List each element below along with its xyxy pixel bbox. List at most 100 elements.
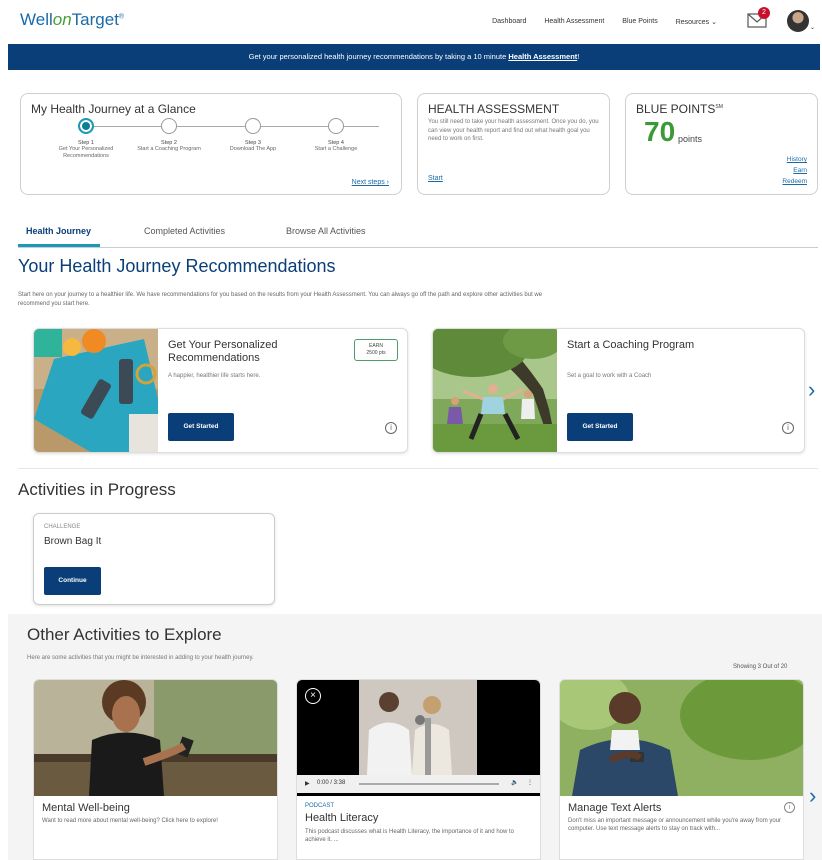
chevron-down-icon: ⌄ [711, 19, 717, 26]
step-3[interactable]: Step 3 Download The App [213, 118, 293, 153]
nav-health-assessment[interactable]: Health Assessment [544, 18, 604, 26]
nav-dashboard[interactable]: Dashboard [492, 18, 526, 26]
activity-kind: CHALLENGE [44, 524, 81, 530]
explore-title: Other Activities to Explore [27, 625, 222, 644]
nav-resources-label: Resources [675, 19, 710, 26]
ha-start-link[interactable]: Start [428, 175, 443, 182]
bp-links: History Earn Redeem [782, 154, 807, 187]
logo-on: on [52, 10, 72, 29]
earn-points: 2500 pts [366, 350, 386, 356]
mail-icon[interactable]: 2 [747, 7, 770, 28]
step-4[interactable]: Step 4 Start a Challenge [296, 118, 376, 153]
tab-completed-activities[interactable]: Completed Activities [144, 226, 225, 236]
chevron-right-icon[interactable]: › [808, 377, 815, 403]
step-dot [328, 118, 344, 134]
journey-glance-card: My Health Journey at a Glance Step 1 Get… [20, 93, 402, 195]
ha-title: HEALTH ASSESSMENT [428, 102, 560, 116]
bp-sm: SM [715, 104, 723, 110]
avatar[interactable] [787, 10, 809, 32]
tab-browse-all[interactable]: Browse All Activities [286, 226, 366, 236]
earn-label: EARN [369, 343, 383, 349]
banner-assessment-link[interactable]: Health Assessment [508, 52, 577, 61]
rec-title: Start a Coaching Program [567, 339, 695, 351]
close-icon[interactable]: × [305, 688, 321, 704]
continue-button[interactable]: Continue [44, 567, 101, 595]
top-nav: WellonTarget® Dashboard Health Assessmen… [0, 0, 822, 44]
podcast-kind: PODCAST [305, 803, 335, 809]
step-1[interactable]: Step 1 Get Your Personalized Recommendat… [46, 118, 126, 160]
get-started-button[interactable]: Get Started [168, 413, 234, 441]
rec-title: Get Your Personalized Recommendations [168, 339, 278, 364]
more-icon[interactable]: ⋮ [527, 779, 533, 786]
bp-unit: points [678, 134, 703, 144]
info-icon[interactable]: i [782, 422, 794, 434]
recommendations-title: Your Health Journey Recommendations [18, 256, 336, 276]
avatar-chevron-icon[interactable]: ⌄ [810, 24, 815, 31]
health-assessment-card: HEALTH ASSESSMENT You still need to take… [417, 93, 610, 195]
tab-health-journey[interactable]: Health Journey [26, 226, 91, 236]
nav-links: Dashboard Health Assessment Blue Points … [492, 18, 717, 26]
video-player[interactable]: × ▶ 0:00 / 3:38 🔈 ⋮ [297, 680, 540, 796]
volume-icon[interactable]: 🔈 [511, 779, 518, 786]
explore-card-title: Health Literacy [305, 812, 379, 824]
audio-controls: ▶ 0:00 / 3:38 🔈 ⋮ [297, 775, 540, 793]
step-dot-active [78, 118, 94, 134]
woman-phone-image [34, 680, 277, 796]
explore-card-desc: Don't miss an important message or annou… [568, 818, 782, 832]
explore-card-desc: Want to read more about mental well-bein… [42, 818, 218, 824]
next-steps-link[interactable]: Next steps › [352, 179, 389, 186]
bp-title-text: BLUE POINTS [636, 102, 716, 116]
activities-in-progress-title: Activities in Progress [18, 480, 176, 499]
bp-earn-link[interactable]: Earn [782, 165, 807, 176]
step-label: Start a Coaching Program [137, 146, 201, 152]
banner-text: Get your personalized health journey rec… [248, 52, 509, 61]
explore-card-title: Manage Text Alerts [568, 802, 662, 814]
man-phone-image [560, 680, 803, 796]
earn-points-badge: EARN 2500 pts [354, 339, 398, 361]
chevron-right-icon[interactable]: › [809, 783, 816, 809]
fitness-equipment-image [34, 329, 158, 452]
nav-resources[interactable]: Resources ⌄ [676, 18, 717, 26]
logo-target: Target [71, 10, 119, 29]
glance-title: My Health Journey at a Glance [31, 102, 196, 116]
step-label: Start a Challenge [314, 146, 358, 152]
mail-badge: 2 [758, 7, 770, 19]
step-2[interactable]: Step 2 Start a Coaching Program [129, 118, 209, 153]
explore-card-mental[interactable]: Mental Well-being Want to read more abou… [33, 679, 278, 860]
step-dot [161, 118, 177, 134]
bp-history-link[interactable]: History [782, 154, 807, 165]
nav-blue-points[interactable]: Blue Points [622, 18, 657, 26]
logo[interactable]: WellonTarget® [20, 10, 124, 30]
activity-name: Brown Bag It [44, 536, 102, 547]
explore-card-desc: This podcast discusses what is Health Li… [305, 829, 514, 843]
banner-end: ! [577, 52, 580, 61]
get-started-button[interactable]: Get Started [567, 413, 633, 441]
logo-reg: ® [118, 13, 125, 21]
audio-time: 0:00 / 3:38 [317, 780, 346, 786]
blue-points-card: BLUE POINTSSM 70 points History Earn Red… [625, 93, 818, 195]
play-icon[interactable]: ▶ [305, 780, 310, 787]
rec-card-coaching[interactable]: Start a Coaching Program Set a goal to w… [432, 328, 805, 453]
showing-count: Showing 3 Out of 20 [733, 664, 788, 670]
step-dot [245, 118, 261, 134]
bp-redeem-link[interactable]: Redeem [782, 176, 807, 187]
recommendations-intro: Start here on your journey to a healthie… [18, 292, 543, 307]
explore-card-podcast[interactable]: × ▶ 0:00 / 3:38 🔈 ⋮ PODCAST Health Liter… [296, 679, 541, 860]
rec-card-personalized[interactable]: Get Your Personalized Recommendations EA… [33, 328, 408, 453]
assessment-banner: Get your personalized health journey rec… [8, 44, 820, 70]
audio-progress-bar[interactable] [359, 783, 499, 785]
progress-card[interactable]: CHALLENGE Brown Bag It Continue [33, 513, 275, 605]
tab-underline [18, 244, 100, 247]
tab-bar: Health Journey Completed Activities Brow… [18, 220, 818, 248]
info-icon[interactable]: i [784, 802, 795, 813]
outdoor-exercise-image [433, 329, 563, 452]
explore-card-text-alerts[interactable]: Manage Text Alerts i Don't miss an impor… [559, 679, 804, 860]
info-icon[interactable]: i [385, 422, 397, 434]
step-label: Download The App [229, 146, 277, 152]
explore-intro: Here are some activities that you might … [27, 655, 254, 661]
bp-title: BLUE POINTSSM [636, 102, 723, 116]
bp-value: 70 [644, 116, 676, 147]
ha-body: You still need to take your health asses… [428, 119, 599, 142]
step-label: Get Your Personalized Recommendations [58, 146, 114, 159]
logo-well: Well [20, 10, 53, 29]
